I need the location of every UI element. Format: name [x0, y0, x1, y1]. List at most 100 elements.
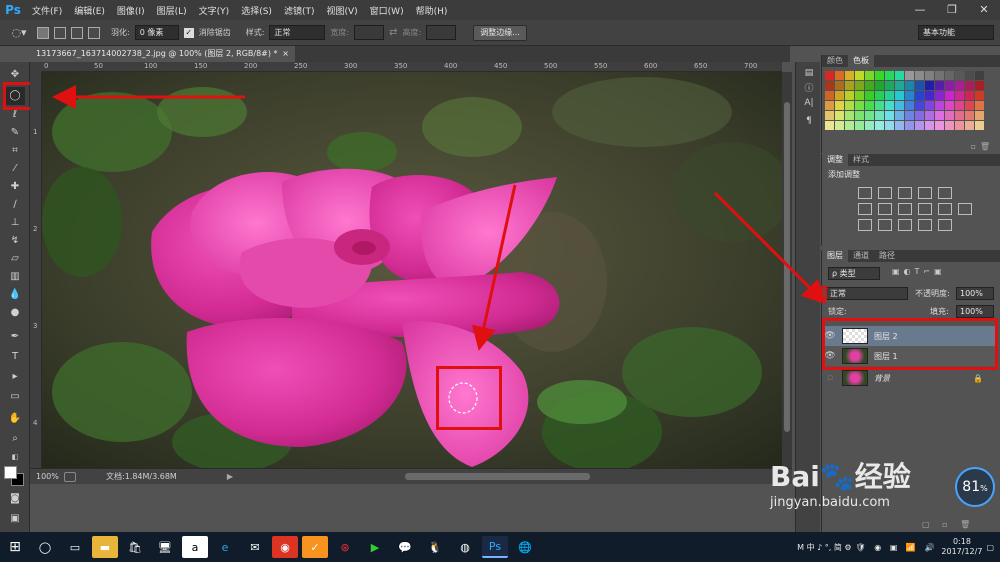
swatch[interactable]: [955, 91, 964, 100]
tray-icons[interactable]: 🛡 ◉ ▣ 📶 🔊: [856, 543, 938, 552]
zoom-tool-icon[interactable]: ⌕: [5, 430, 25, 448]
channel-mixer-adjust-icon[interactable]: [938, 203, 952, 215]
zoom-level[interactable]: 100%: [36, 472, 64, 481]
quick-mask-icon[interactable]: ◙: [5, 490, 25, 508]
crop-tool-icon[interactable]: ⌗: [5, 142, 25, 160]
workspace-select[interactable]: 基本功能: [918, 25, 994, 40]
swatch[interactable]: [935, 81, 944, 90]
fill-input[interactable]: 100%: [956, 305, 994, 318]
swatch[interactable]: [955, 101, 964, 110]
swatch[interactable]: [845, 71, 854, 80]
canvas-vertical-scrollbar[interactable]: [782, 72, 792, 468]
swatch[interactable]: [845, 101, 854, 110]
info-panel-icon[interactable]: ⓘ: [802, 82, 816, 96]
menu-window[interactable]: 窗口(W): [364, 4, 410, 17]
antialias-checkbox[interactable]: ✓: [183, 27, 194, 38]
swatch[interactable]: [945, 81, 954, 90]
swatch[interactable]: [975, 71, 984, 80]
swatch[interactable]: [965, 101, 974, 110]
character-panel-icon[interactable]: A|: [802, 96, 816, 110]
swatch[interactable]: [865, 91, 874, 100]
history-brush-tool-icon[interactable]: ↯: [5, 232, 25, 250]
visibility-off-icon[interactable]: ▫: [822, 373, 838, 383]
history-panel-icon[interactable]: ▤: [802, 66, 816, 80]
swatch[interactable]: [885, 91, 894, 100]
subtract-selection-icon[interactable]: [71, 26, 83, 39]
swatch[interactable]: [935, 101, 944, 110]
swatch[interactable]: [915, 81, 924, 90]
layer-footer-icons[interactable]: ▢ ▫ 🗑: [922, 520, 975, 529]
hue-adjust-icon[interactable]: [858, 203, 872, 215]
swatch[interactable]: [945, 71, 954, 80]
swatch[interactable]: [885, 101, 894, 110]
type-tool-icon[interactable]: T: [5, 348, 25, 366]
foreground-color-swatch[interactable]: [4, 466, 17, 479]
cortana-icon[interactable]: ◯: [32, 536, 58, 558]
swatch[interactable]: [855, 101, 864, 110]
swatch[interactable]: [895, 91, 904, 100]
minimize-button[interactable]: —: [904, 0, 936, 20]
swatch[interactable]: [875, 81, 884, 90]
speed-indicator[interactable]: 81%: [955, 467, 995, 507]
swatch[interactable]: [835, 111, 844, 120]
blur-tool-icon[interactable]: 💧: [5, 286, 25, 304]
swatch[interactable]: [945, 111, 954, 120]
swatch[interactable]: [865, 101, 874, 110]
menu-select[interactable]: 选择(S): [235, 4, 278, 17]
wechat-icon[interactable]: 💬: [392, 536, 418, 558]
path-selection-tool-icon[interactable]: ▸: [5, 368, 25, 386]
swatch[interactable]: [925, 81, 934, 90]
swatch[interactable]: [885, 81, 894, 90]
vertical-scroll-thumb[interactable]: [784, 102, 790, 432]
swatch[interactable]: [925, 91, 934, 100]
document-canvas[interactable]: [42, 72, 782, 468]
computer-icon[interactable]: 🖥: [152, 536, 178, 558]
close-button[interactable]: ✕: [968, 0, 1000, 20]
swatch[interactable]: [825, 111, 834, 120]
swatch[interactable]: [825, 91, 834, 100]
swatch[interactable]: [975, 81, 984, 90]
layer-name[interactable]: 背景: [874, 373, 890, 384]
swatch[interactable]: [945, 91, 954, 100]
menu-help[interactable]: 帮助(H): [410, 4, 454, 17]
paragraph-panel-icon[interactable]: ¶: [802, 114, 816, 128]
ie-icon[interactable]: e: [212, 536, 238, 558]
swatch[interactable]: [875, 71, 884, 80]
swatch[interactable]: [885, 121, 894, 130]
width-input[interactable]: [354, 25, 385, 40]
swatch[interactable]: [835, 81, 844, 90]
posterize-adjust-icon[interactable]: [878, 219, 892, 231]
swatch[interactable]: [895, 101, 904, 110]
horizontal-scroll-thumb[interactable]: [405, 473, 590, 480]
swatch[interactable]: [865, 71, 874, 80]
document-tab[interactable]: 13173667_163714002738_2.jpg @ 100% (图层 2…: [30, 46, 295, 62]
add-selection-icon[interactable]: [54, 26, 66, 39]
swatch[interactable]: [965, 71, 974, 80]
swatch[interactable]: [935, 121, 944, 130]
app-red-icon[interactable]: ⊛: [332, 536, 358, 558]
swatch[interactable]: [895, 81, 904, 90]
swatch[interactable]: [855, 121, 864, 130]
swatch[interactable]: [925, 111, 934, 120]
elliptical-marquee-preset-icon[interactable]: ◌▾: [6, 26, 32, 39]
photoshop-taskbar-icon[interactable]: Ps: [482, 536, 508, 558]
swatch[interactable]: [875, 91, 884, 100]
dodge-tool-icon[interactable]: ●: [5, 304, 25, 322]
screen-mode-icon[interactable]: ▣: [5, 510, 25, 528]
intersect-selection-icon[interactable]: [88, 26, 100, 39]
tab-swatches[interactable]: 色板: [848, 55, 874, 67]
style-select[interactable]: 正常: [269, 25, 326, 40]
menu-view[interactable]: 视图(V): [320, 4, 363, 17]
swatch[interactable]: [915, 91, 924, 100]
file-explorer-icon[interactable]: ▬: [92, 536, 118, 558]
brightness-adjust-icon[interactable]: [858, 187, 872, 199]
swatch[interactable]: [845, 121, 854, 130]
eyedropper-tool-icon[interactable]: ⁄: [5, 160, 25, 178]
app-globe-icon[interactable]: 🌐: [512, 536, 538, 558]
swatch[interactable]: [825, 71, 834, 80]
swatch[interactable]: [975, 111, 984, 120]
swatch[interactable]: [915, 121, 924, 130]
maximize-button[interactable]: ❐: [936, 0, 968, 20]
swatch[interactable]: [855, 91, 864, 100]
swatch[interactable]: [975, 121, 984, 130]
